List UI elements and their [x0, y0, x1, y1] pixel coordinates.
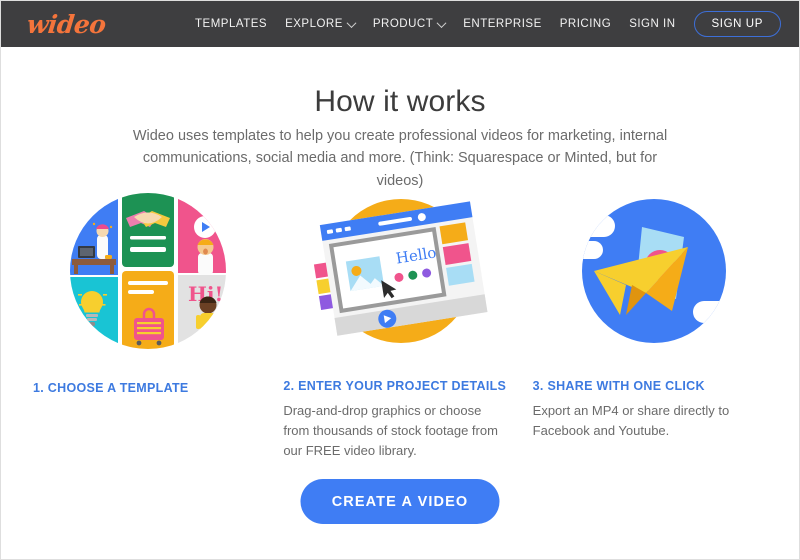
- create-a-video-button[interactable]: CREATE A VIDEO: [300, 479, 500, 524]
- nav-item-enterprise[interactable]: ENTERPRISE: [454, 18, 551, 30]
- page-subtitle: Wideo uses templates to help you create …: [132, 128, 668, 189]
- step-title: 2. ENTER YOUR PROJECT DETAILS: [283, 379, 507, 393]
- top-navbar: wideo TEMPLATES EXPLORE PRODUCT ENTERPRI…: [1, 1, 799, 47]
- step-enter-your-project-details: Hello 2. ENTER YOUR PROJECT DETAILS Drag…: [274, 191, 527, 461]
- step-body: Export an MP4 or share directly to Faceb…: [532, 403, 730, 439]
- nav-item-label: EXPLORE: [285, 18, 343, 30]
- step-title: 1. CHOOSE A TEMPLATE: [33, 381, 189, 395]
- video-editor-circle-illustration: Hello: [274, 191, 527, 351]
- chevron-down-icon: [346, 17, 357, 28]
- paper-plane-share-circle-illustration: [528, 191, 781, 351]
- step-title: 3. SHARE WITH ONE CLICK: [532, 379, 705, 393]
- nav-item-sign-in[interactable]: SIGN IN: [620, 18, 684, 30]
- chevron-down-icon: [436, 17, 447, 28]
- nav-item-product[interactable]: PRODUCT: [364, 17, 454, 30]
- page-root: wideo TEMPLATES EXPLORE PRODUCT ENTERPRI…: [0, 0, 800, 560]
- step-share-with-one-click: 3. SHARE WITH ONE CLICK Export an MP4 or…: [528, 191, 781, 461]
- main-navigation: TEMPLATES EXPLORE PRODUCT ENTERPRISE PRI…: [186, 11, 781, 37]
- nav-item-label: ENTERPRISE: [463, 18, 542, 30]
- step-body: Drag-and-drop graphics or choose from th…: [283, 403, 498, 459]
- wideo-logo[interactable]: wideo: [25, 10, 107, 39]
- nav-item-templates[interactable]: TEMPLATES: [186, 18, 276, 30]
- how-it-works-steps: Hi! 1. CHOOSE A TEMPLATE Hello 2. ENTER …: [21, 191, 781, 461]
- nav-item-label: PRICING: [559, 18, 612, 30]
- nav-item-label: PRODUCT: [372, 18, 434, 30]
- step-choose-a-template: Hi! 1. CHOOSE A TEMPLATE: [21, 191, 274, 461]
- template-grid-circle-illustration: Hi!: [21, 191, 274, 351]
- nav-item-label: SIGN IN: [629, 18, 676, 30]
- nav-item-explore[interactable]: EXPLORE: [276, 17, 364, 30]
- sign-up-button[interactable]: SIGN UP: [693, 11, 781, 37]
- page-title: How it works: [314, 85, 486, 118]
- nav-item-label: TEMPLATES: [195, 18, 268, 30]
- nav-item-pricing[interactable]: PRICING: [551, 18, 620, 30]
